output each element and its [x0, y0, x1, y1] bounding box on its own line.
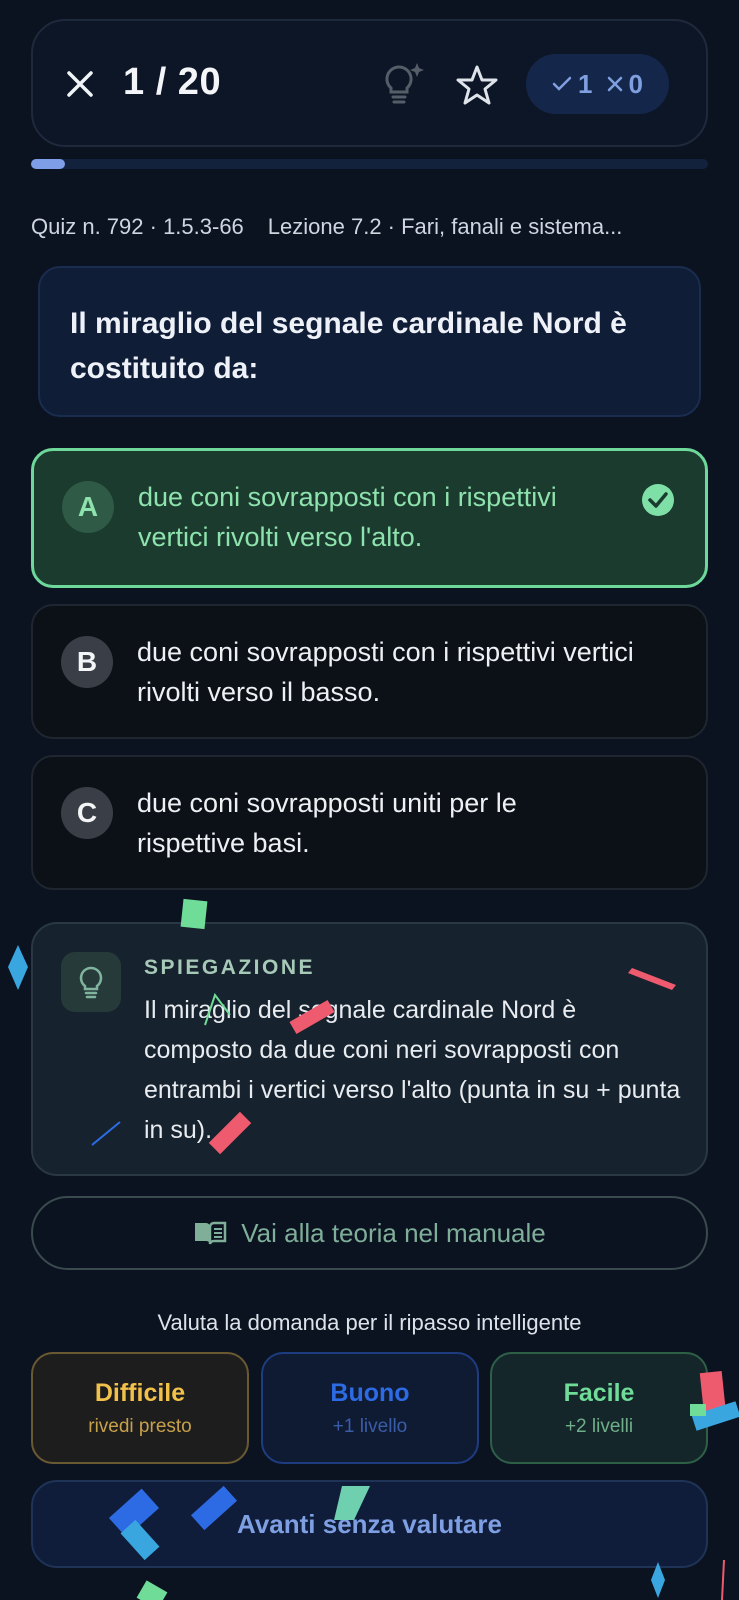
lightbulb-icon	[79, 966, 103, 999]
rate-subtitle: rivedi presto	[88, 1415, 192, 1437]
rate-subtitle: +2 livelli	[564, 1415, 634, 1437]
star-icon	[456, 65, 498, 105]
confetti-piece	[721, 1559, 725, 1600]
answer-letter: B	[61, 636, 113, 688]
rate-title: Buono	[330, 1378, 410, 1407]
wrong-score: 0	[607, 69, 643, 100]
score-pill: 1 0	[526, 54, 669, 114]
wrong-count: 0	[628, 68, 643, 99]
confetti-piece	[136, 1580, 168, 1600]
favorite-button[interactable]	[455, 63, 499, 107]
check-icon	[552, 76, 572, 91]
quiz-id: Quiz n. 792 · 1.5.3-66	[31, 214, 244, 239]
answer-text: due coni sovrapposti uniti per le rispet…	[137, 788, 517, 858]
answer-text: due coni sovrapposti con i rispettivi ve…	[137, 637, 634, 707]
correct-count: 1	[578, 68, 593, 99]
correct-score: 1	[552, 68, 593, 100]
quiz-header: 1 / 20 1 0	[31, 19, 708, 147]
progress-fill	[31, 159, 65, 169]
answer-text: due coni sovrapposti con i rispettivi ve…	[138, 482, 557, 552]
question-card: Il miraglio del segnale cardinale Nord è…	[38, 266, 701, 417]
explanation-icon-box	[61, 952, 121, 1012]
rating-label: Valuta la domanda per il ripasso intelli…	[157, 1310, 582, 1335]
question-counter: 1 / 20	[123, 61, 222, 103]
rate-title: Difficile	[94, 1378, 186, 1407]
explanation-title: SPIEGAZIONE	[144, 956, 316, 979]
answer-option-c[interactable]: C due coni sovrapposti uniti per le risp…	[31, 755, 708, 890]
rate-easy-button[interactable]: Facile +2 livelli	[490, 1352, 708, 1464]
close-button[interactable]	[61, 65, 99, 103]
lesson-link[interactable]: Lezione 7.2 · Fari, fanali e sistema...	[268, 214, 623, 239]
answer-option-b[interactable]: B due coni sovrapposti con i rispettivi …	[31, 604, 708, 739]
next-button-label: Avanti senza valutare	[237, 1508, 502, 1539]
answer-letter: A	[62, 481, 114, 533]
confetti-piece	[8, 945, 28, 990]
next-without-rating-button[interactable]: Avanti senza valutare	[31, 1480, 708, 1568]
close-icon	[67, 71, 93, 97]
rate-hard-button[interactable]: Difficile rivedi presto	[31, 1352, 249, 1464]
check-circle-icon	[642, 484, 674, 516]
question-text: Il miraglio del segnale cardinale Nord è…	[70, 307, 627, 385]
rate-subtitle: +1 livello	[332, 1415, 408, 1437]
rate-title: Facile	[563, 1378, 635, 1407]
explanation-text: Il miraglio del segnale cardinale Nord è…	[144, 996, 681, 1144]
question-meta: Quiz n. 792 · 1.5.3-66 Lezione 7.2 · Fari…	[31, 214, 711, 240]
cross-icon	[607, 76, 622, 92]
hint-button[interactable]	[379, 61, 427, 107]
explanation-card: SPIEGAZIONE Il miraglio del segnale card…	[31, 922, 708, 1176]
progress-bar	[31, 159, 708, 169]
theory-button-label: Vai alla teoria nel manuale	[241, 1217, 546, 1248]
lightbulb-sparkle-icon	[385, 63, 424, 104]
answer-letter: C	[61, 787, 113, 839]
answer-option-a[interactable]: A due coni sovrapposti con i rispettivi …	[31, 448, 708, 588]
theory-button[interactable]: Vai alla teoria nel manuale	[31, 1196, 708, 1270]
rate-good-button[interactable]: Buono +1 livello	[261, 1352, 479, 1464]
book-icon	[195, 1221, 227, 1245]
